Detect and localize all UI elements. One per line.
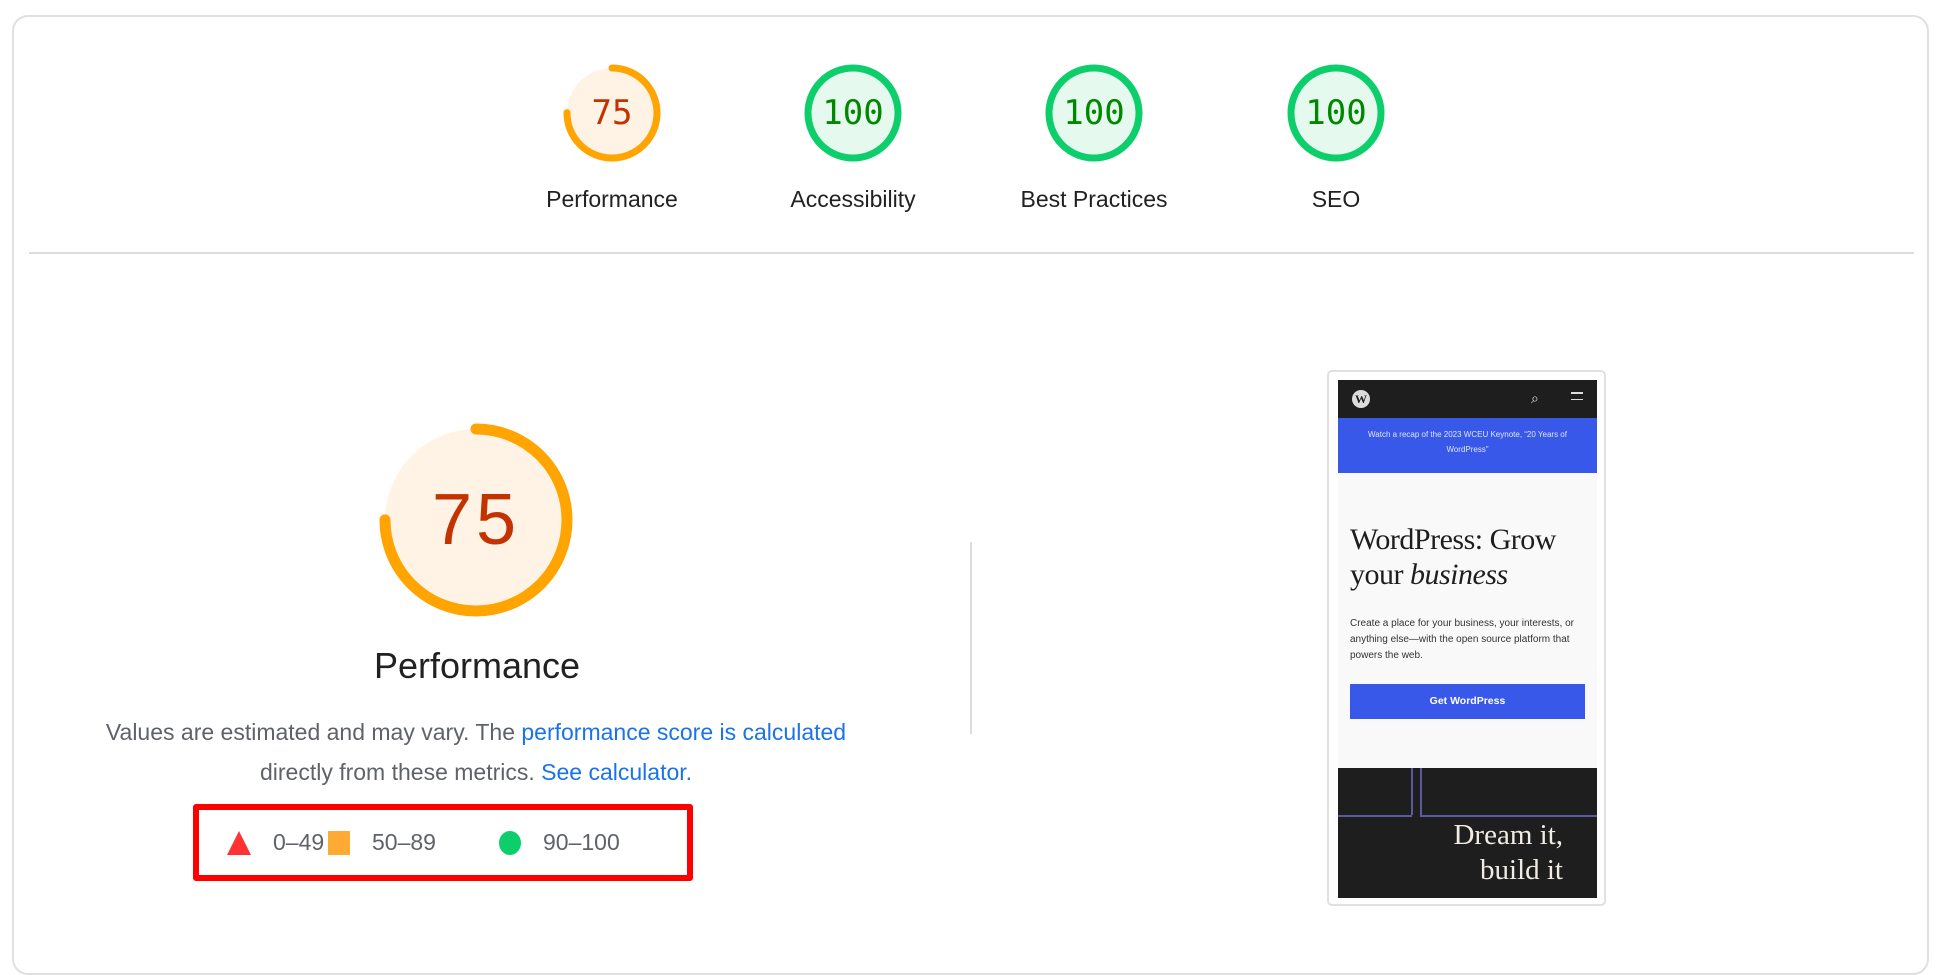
legend-range: 0–49 (273, 829, 325, 855)
legend-range: 90–100 (543, 829, 620, 855)
search-icon: ⌕ (1531, 390, 1539, 406)
performance-title: Performance (373, 645, 581, 686)
dream-line-2: build it (1480, 854, 1563, 886)
gauge-score: 100 (1063, 93, 1125, 133)
gauge-score: 100 (822, 93, 884, 133)
gauge-label-seo[interactable]: SEO (1216, 186, 1456, 213)
screenshot-image: W ⌕ Watch a recap of the 2023 WCEU Keyno… (1338, 380, 1597, 898)
desc-text: Values are estimated and may vary. The (105, 719, 522, 745)
decor-line (1420, 815, 1597, 817)
performance-description: Values are estimated and may vary. The p… (60, 712, 892, 792)
get-wordpress-button: Get WordPress (1350, 684, 1585, 719)
gauge-label-performance[interactable]: Performance (492, 186, 732, 213)
accessibility-gauge[interactable]: 100 (803, 63, 903, 163)
gauge-score: 75 (591, 93, 633, 133)
performance-gauge[interactable]: 75 (562, 63, 662, 163)
wordpress-logo-icon: W (1352, 390, 1370, 408)
decor-line (1420, 768, 1422, 815)
hamburger-menu-icon (1571, 392, 1583, 405)
fail-triangle-icon (227, 830, 251, 855)
average-square-icon (328, 830, 350, 855)
legend-item-average: 50–89 (328, 810, 436, 875)
site-paragraph: Create a place for your business, your i… (1350, 618, 1574, 661)
gauge-score: 100 (1305, 93, 1367, 133)
score-scale-legend: 0–49 50–89 90–100 (193, 804, 693, 881)
performance-score: 75 (431, 480, 521, 560)
gauge-label-best-practices[interactable]: Best Practices (974, 186, 1214, 213)
see-calculator-link[interactable]: See calculator. (541, 759, 692, 785)
legend-item-fail: 0–49 (227, 810, 324, 875)
vertical-divider (970, 542, 972, 734)
heading-italic: business (1410, 558, 1508, 591)
dream-text: Dream it, build it (1363, 818, 1563, 888)
site-heading: WordPress: Grow your business (1350, 522, 1590, 592)
dream-line-1: Dream it, (1453, 819, 1563, 851)
final-screenshot[interactable]: W ⌕ Watch a recap of the 2023 WCEU Keyno… (1327, 370, 1606, 906)
best-practices-gauge[interactable]: 100 (1044, 63, 1144, 163)
desc-text: directly from these metrics. (259, 759, 542, 785)
site-dark-section: Dream it, build it (1338, 768, 1597, 898)
section-divider (29, 252, 1914, 254)
legend-item-pass: 90–100 (499, 810, 620, 875)
performance-score-gauge: 75 (378, 422, 574, 618)
site-banner: Watch a recap of the 2023 WCEU Keynote, … (1338, 418, 1597, 473)
score-calculated-link[interactable]: performance score is calculated (521, 719, 846, 745)
pass-circle-icon (499, 830, 521, 855)
site-nav-bar: W ⌕ (1338, 380, 1597, 418)
decor-line (1338, 815, 1412, 817)
seo-gauge[interactable]: 100 (1286, 63, 1386, 163)
legend-range: 50–89 (372, 829, 436, 855)
decor-line (1411, 768, 1413, 815)
gauge-label-accessibility[interactable]: Accessibility (733, 186, 973, 213)
